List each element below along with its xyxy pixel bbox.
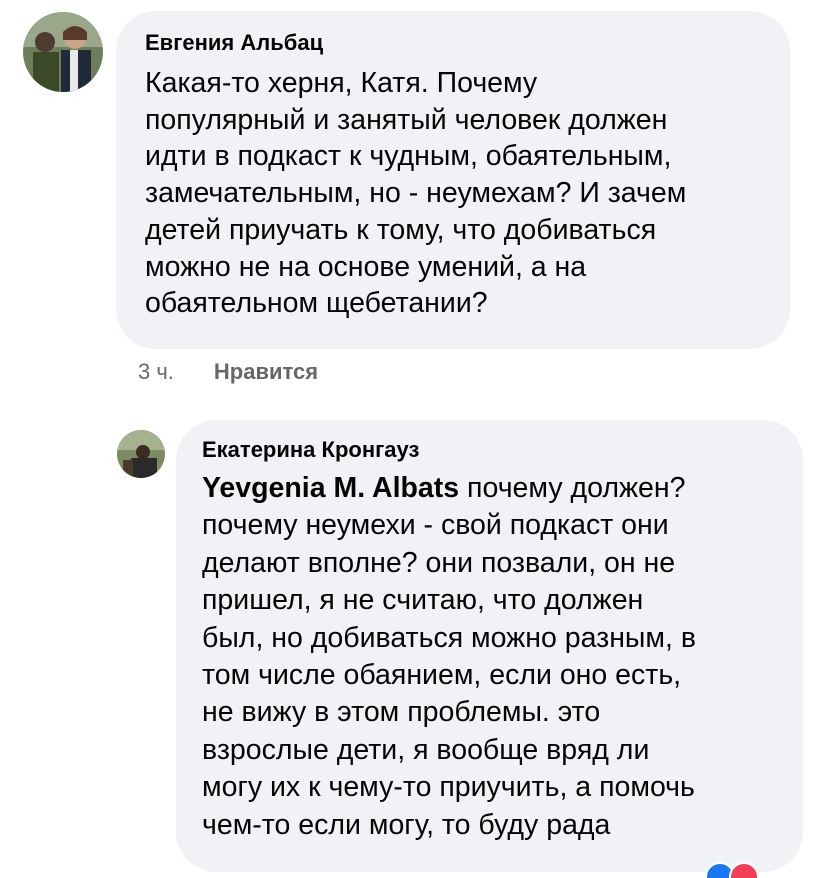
comment-timestamp[interactable]: 3 ч.: [138, 359, 174, 385]
comment-text: Какая-то херня, Катя. Почему популярный …: [145, 67, 687, 320]
comment-bubble: Евгения Альбац Какая-то херня, Катя. Поч…: [116, 11, 790, 349]
profile-photo-icon: [117, 430, 165, 478]
comment-thread: Евгения Альбац Какая-то херня, Катя. Поч…: [0, 0, 827, 878]
comment-text-body: почему неумехи - свой подкаст они делают…: [202, 509, 696, 841]
mention-link[interactable]: Yevgenia M. Albats: [202, 472, 459, 504]
comment-author[interactable]: Евгения Альбац: [145, 31, 764, 55]
comment-text: Yevgenia M. Albats почему должен? почему…: [202, 470, 779, 844]
comment-author[interactable]: Екатерина Кронгауз: [202, 438, 779, 462]
profile-photo-icon: [23, 12, 103, 92]
like-button[interactable]: Нравится: [214, 359, 318, 385]
comment-bubble: Екатерина Кронгауз Yevgenia M. Albats по…: [176, 420, 803, 872]
comment-actions: 3 ч. Нравится: [138, 359, 318, 385]
avatar[interactable]: [117, 430, 165, 478]
reactions-summary[interactable]: [705, 862, 759, 878]
comment-text-first-line: почему должен?: [459, 472, 686, 504]
avatar[interactable]: [23, 12, 103, 92]
